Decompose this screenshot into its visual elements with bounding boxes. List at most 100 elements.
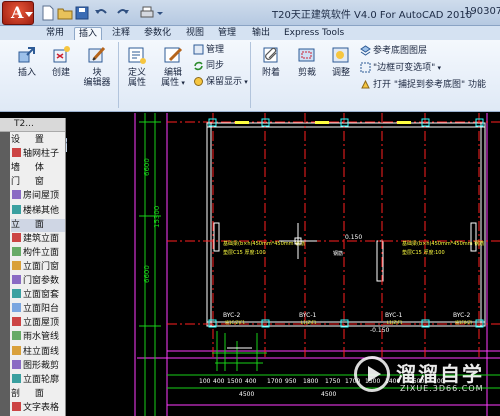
palette-item-label: 立面轮廓: [23, 374, 60, 385]
palette-item-label: 建筑立面: [23, 233, 60, 244]
define-attributes-label-2: 属性: [127, 78, 146, 88]
palette-item[interactable]: 建筑立面: [11, 232, 65, 246]
define-attributes-button[interactable]: 定义 属性: [122, 44, 152, 88]
insert-block-button[interactable]: 插入: [12, 44, 42, 78]
dimension-text: 400: [213, 378, 225, 385]
palette-item[interactable]: 文字表格: [11, 401, 65, 415]
tab-annotate[interactable]: 注释: [108, 27, 134, 40]
create-block-button[interactable]: 创建: [46, 44, 76, 78]
quick-access-dropdown-icon[interactable]: [156, 5, 164, 21]
open-folder-icon[interactable]: [57, 5, 73, 21]
palette-item[interactable]: 立 面: [11, 218, 65, 232]
palette-item-label: 楼梯其他: [23, 205, 60, 216]
adjust-button[interactable]: 调整: [326, 44, 356, 78]
palette-item[interactable]: 立面阳台: [11, 303, 65, 316]
dimension-text: 4500: [321, 391, 336, 398]
group-separator: [250, 42, 251, 108]
manage-attributes-button[interactable]: 管理: [193, 44, 224, 56]
palette-item-icon: [12, 303, 21, 313]
palette-item-icon: [12, 275, 21, 284]
frame-variable-button[interactable]: "边框可变选项" ▾: [360, 62, 441, 74]
dim-text-left-1: 6600: [143, 158, 151, 176]
palette-item[interactable]: 墙 体: [11, 162, 65, 175]
tab-output[interactable]: 输出: [248, 27, 274, 40]
block-editor-icon: [88, 46, 106, 63]
tab-insert[interactable]: 插入: [74, 27, 103, 40]
dimension-text: 4500: [239, 391, 254, 398]
dimension-text: 1700: [267, 378, 282, 385]
clip-icon: [298, 48, 315, 62]
palette-header[interactable]: T2...: [0, 118, 65, 132]
block-editor-button[interactable]: 块 编辑器: [80, 44, 114, 88]
manage-icon: [193, 44, 204, 55]
palette-item[interactable]: 图形裁剪: [11, 359, 65, 373]
chevron-down-icon: [25, 12, 33, 17]
palette-item[interactable]: 轴网柱子: [11, 148, 65, 161]
palette-item[interactable]: 柱立面线: [11, 345, 65, 359]
sub-text-right: 垫层C15 厚度:100: [402, 249, 445, 256]
tab-express-tools[interactable]: Express Tools: [280, 27, 348, 40]
application-menu-button[interactable]: A: [2, 1, 34, 25]
new-file-icon[interactable]: [40, 5, 56, 21]
watermark-text: 溜溜自学: [396, 362, 484, 386]
beam-note-2: L1(Z)F1: [301, 320, 317, 325]
palette-item[interactable]: 立面轮廓: [11, 373, 65, 387]
palette-item[interactable]: 房间屋顶: [11, 190, 65, 203]
undo-icon[interactable]: [93, 5, 109, 21]
autocad-logo-icon: A: [11, 3, 24, 22]
window-title: T20天正建筑软件 V4.0 For AutoCAD 2010: [272, 10, 473, 21]
insert-block-icon: [18, 47, 35, 63]
palette-item[interactable]: 门 窗: [11, 176, 65, 189]
palette-item-label: 轴网柱子: [23, 149, 60, 160]
edit-attributes-label-2: 属性: [161, 78, 180, 88]
tab-manage[interactable]: 管理: [214, 27, 240, 40]
snap-underlay-button[interactable]: 打开 "捕捉到参考底图" 功能: [360, 79, 486, 91]
clip-button[interactable]: 剪裁: [292, 44, 322, 78]
tab-parametric[interactable]: 参数化: [140, 27, 175, 40]
palette-item-icon: [12, 148, 21, 158]
chevron-down-icon: ▾: [435, 64, 442, 72]
palette-item-icon: [12, 190, 21, 200]
underlay-layers-button[interactable]: 参考底图图层: [360, 45, 427, 57]
building-walls: [206, 122, 486, 327]
column-markers: [208, 118, 484, 328]
snap-underlay-label: 打开 "捕捉到参考底图" 功能: [373, 80, 487, 90]
palette-item-icon: [12, 359, 21, 369]
palette-item-label: 文字表格: [23, 402, 60, 413]
palette-title: T2...: [14, 119, 34, 129]
chevron-down-icon: ▾: [242, 78, 248, 86]
tab-home[interactable]: 常用: [42, 27, 68, 40]
dimension-text: 1750: [325, 378, 340, 385]
palette-item[interactable]: 立面屋顶: [11, 317, 65, 330]
edit-attributes-label-1: 编辑: [163, 68, 182, 78]
watermark-url: ZIXUE.3D66.COM: [400, 384, 484, 393]
dimension-text: 950: [285, 378, 297, 385]
retain-display-icon: [194, 77, 203, 86]
attach-button[interactable]: 附着: [256, 44, 286, 78]
attach-icon: [263, 47, 278, 63]
palette-item-icon: [12, 401, 21, 411]
elevation-bottom: -0.150: [370, 327, 390, 334]
palette-item-label: 墙 体: [11, 163, 50, 174]
print-icon[interactable]: [139, 5, 155, 21]
palette-item-label: 剖 面: [11, 388, 50, 399]
palette-item[interactable]: 设 置: [11, 134, 65, 147]
adjust-label: 调整: [331, 68, 350, 78]
edit-attributes-button[interactable]: 编辑 属性 ▾: [156, 44, 190, 88]
palette-item[interactable]: 雨水管线: [11, 331, 65, 344]
ribbon-panel: 插入 创建 块 编辑器 定义 属性 编辑 属性 ▾ 管理 同步 保留显示 ▾ 附…: [0, 40, 500, 153]
palette-item[interactable]: 立面窗套: [11, 289, 65, 302]
palette-item[interactable]: 门窗参数: [11, 275, 65, 288]
redo-icon[interactable]: [115, 5, 131, 21]
tab-view[interactable]: 视图: [182, 27, 208, 40]
sync-attributes-button[interactable]: 同步: [193, 60, 224, 72]
palette-item[interactable]: 构件立面: [11, 246, 65, 260]
palette-item[interactable]: 楼梯其他: [11, 204, 65, 218]
palette-title-strip[interactable]: [0, 118, 10, 416]
save-icon[interactable]: [74, 5, 90, 21]
create-block-label: 创建: [51, 68, 70, 78]
drawing-canvas[interactable]: 6600 15300 6600 基础梁(b×h)450mm*450mm 钢筋 垫…: [67, 113, 500, 416]
palette-item[interactable]: 立面门窗: [11, 260, 65, 274]
palette-item[interactable]: 剖 面: [11, 388, 65, 401]
retain-display-button[interactable]: 保留显示 ▾: [193, 76, 248, 88]
